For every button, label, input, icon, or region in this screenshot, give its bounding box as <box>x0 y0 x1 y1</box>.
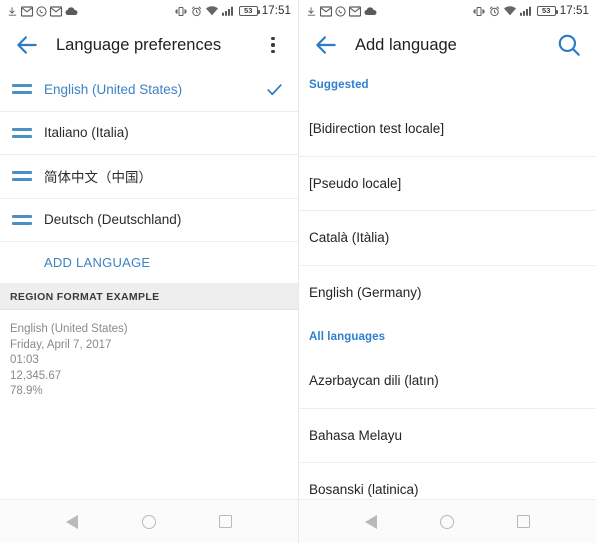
language-label: Deutsch (Deutschland) <box>44 212 182 228</box>
language-label: Bahasa Melayu <box>309 427 403 443</box>
language-list-body: English (United States) Italiano (Italia… <box>0 68 298 499</box>
drag-handle-icon[interactable] <box>12 84 32 95</box>
list-item[interactable]: Azərbaycan dili (latın) <box>299 354 596 409</box>
back-arrow-icon[interactable] <box>14 32 40 58</box>
add-language-screen: 53 17:51 Add language Suggested [Bidirec… <box>298 0 596 543</box>
list-item[interactable]: Català (Itàlia) <box>299 211 596 266</box>
download-icon <box>307 6 316 16</box>
language-row-deutsch-deutschland[interactable]: Deutsch (Deutschland) <box>0 199 298 242</box>
signal-icon <box>221 6 233 16</box>
language-label: English (United States) <box>44 81 183 97</box>
list-item[interactable]: English (Germany) <box>299 266 596 321</box>
group-header-all-languages: All languages <box>299 320 596 354</box>
add-language-list-body: Suggested [Bidirection test locale] [Pse… <box>299 68 596 499</box>
language-preferences-screen: 53 17:51 Language preferences English (U… <box>0 0 298 543</box>
wifi-icon <box>503 6 516 16</box>
app-bar-right: Add language <box>299 22 596 68</box>
region-format-header-label: REGION FORMAT EXAMPLE <box>10 290 160 303</box>
status-system-icons: 53 17:51 <box>175 5 291 17</box>
mail-icon <box>349 5 361 17</box>
format-line-percent: 78.9% <box>10 385 43 397</box>
battery-level: 53 <box>542 6 551 16</box>
whatsapp-icon <box>36 5 47 17</box>
language-label: 简体中文（中国） <box>44 170 152 186</box>
navigation-bar-right <box>299 499 596 543</box>
status-notification-icons <box>7 5 78 17</box>
nav-home-icon[interactable] <box>434 509 460 535</box>
battery-icon: 53 <box>536 6 558 16</box>
drag-handle-icon[interactable] <box>12 171 32 182</box>
dual-screenshot: 53 17:51 Language preferences English (U… <box>0 0 596 543</box>
language-label: Català (Itàlia) <box>309 230 390 246</box>
mail-icon <box>50 5 62 17</box>
battery-level: 53 <box>244 6 253 16</box>
language-label: Italiano (Italia) <box>44 125 129 141</box>
nav-home-icon[interactable] <box>136 509 162 535</box>
navigation-bar-left <box>0 499 298 543</box>
list-item[interactable]: [Bidirection test locale] <box>299 102 596 157</box>
language-label: Bosanski (latinica) <box>309 482 419 498</box>
mail-icon <box>320 5 332 17</box>
status-bar-right: 53 17:51 <box>299 0 596 22</box>
language-row-english-united-states[interactable]: English (United States) <box>0 68 298 112</box>
search-icon[interactable] <box>556 32 582 58</box>
language-row-chinese-simplified[interactable]: 简体中文（中国） <box>0 155 298 199</box>
vibrate-icon <box>175 6 187 16</box>
nav-recents-icon[interactable] <box>511 509 537 535</box>
drag-handle-icon[interactable] <box>12 127 32 138</box>
add-language-label: ADD LANGUAGE <box>44 255 151 270</box>
whatsapp-icon <box>335 5 346 17</box>
clock-time: 17:51 <box>261 5 291 17</box>
language-label: English (Germany) <box>309 285 422 301</box>
page-title: Add language <box>355 35 457 54</box>
region-format-example: English (United States) Friday, April 7,… <box>0 310 298 400</box>
status-bar-left: 53 17:51 <box>0 0 298 22</box>
list-item[interactable]: [Pseudo locale] <box>299 157 596 211</box>
clock-time: 17:51 <box>559 5 589 17</box>
region-format-section-header: REGION FORMAT EXAMPLE <box>0 284 298 310</box>
group-header-label: Suggested <box>309 79 369 91</box>
language-label: [Bidirection test locale] <box>309 121 445 137</box>
cloud-icon <box>364 7 377 15</box>
list-item[interactable]: Bosanski (latinica) <box>299 463 596 499</box>
check-icon <box>267 83 282 95</box>
language-label: [Pseudo locale] <box>309 175 402 191</box>
format-line-date: Friday, April 7, 2017 <box>10 338 112 351</box>
language-label: Azərbaycan dili (latın) <box>309 373 439 389</box>
nav-recents-icon[interactable] <box>213 509 239 535</box>
wifi-icon <box>205 6 218 16</box>
status-system-icons: 53 17:51 <box>473 5 589 17</box>
vibrate-icon <box>473 6 485 16</box>
nav-back-icon[interactable] <box>59 509 85 535</box>
overflow-menu-icon[interactable] <box>262 32 284 58</box>
page-title: Language preferences <box>56 35 222 54</box>
alarm-icon <box>489 5 499 16</box>
list-item[interactable]: Bahasa Melayu <box>299 409 596 463</box>
nav-back-icon[interactable] <box>358 509 384 535</box>
format-line-time: 01:03 <box>10 354 39 366</box>
format-line-locale: English (United States) <box>10 323 128 335</box>
battery-icon: 53 <box>238 6 260 16</box>
download-icon <box>8 6 17 16</box>
group-header-label: All languages <box>309 331 386 343</box>
drag-handle-icon[interactable] <box>12 214 32 225</box>
back-arrow-icon[interactable] <box>313 32 339 58</box>
mail-icon <box>21 5 33 17</box>
language-row-italiano-italia[interactable]: Italiano (Italia) <box>0 112 298 155</box>
signal-icon <box>519 6 531 16</box>
group-header-suggested: Suggested <box>299 68 596 102</box>
alarm-icon <box>191 5 201 16</box>
status-notification-icons <box>306 5 377 17</box>
add-language-button[interactable]: ADD LANGUAGE <box>0 242 298 284</box>
format-line-number: 12,345.67 <box>10 369 62 382</box>
cloud-icon <box>65 7 78 15</box>
app-bar-left: Language preferences <box>0 22 298 68</box>
